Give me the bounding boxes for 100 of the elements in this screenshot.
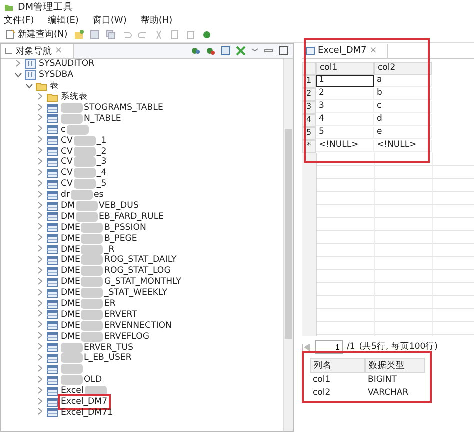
table-icon xyxy=(47,136,58,146)
menu-item[interactable]: 编辑(E) xyxy=(48,14,79,27)
tree-item[interactable]: DME xyxy=(61,299,80,310)
table-icon xyxy=(47,212,58,222)
table-icon xyxy=(47,256,58,265)
disconnect-icon[interactable] xyxy=(206,46,216,56)
tree-item[interactable]: DME xyxy=(61,277,80,288)
tree-item[interactable]: DME xyxy=(61,255,80,266)
tree-item[interactable]: STOGRAMS_TABLE xyxy=(84,103,164,113)
table-tab-icon xyxy=(306,47,315,55)
navigator-icon xyxy=(5,47,13,55)
tree-item[interactable]: CV xyxy=(61,136,73,146)
new-document-icon xyxy=(6,30,16,40)
tree-item[interactable]: 表 xyxy=(50,80,59,92)
tree-item[interactable]: DME xyxy=(61,244,80,255)
tree-item[interactable]: SYSAUDITOR xyxy=(39,59,95,70)
tree-item[interactable]: ROG_STAT_LOG xyxy=(104,266,171,276)
tree-item[interactable]: N_TABLE xyxy=(84,114,122,124)
page-total: /1 xyxy=(347,342,356,352)
table-cell: 3 xyxy=(316,101,374,113)
scrollbar[interactable] xyxy=(283,59,293,431)
tree-item[interactable]: B_PSSION xyxy=(104,222,146,233)
tree-item[interactable]: dr xyxy=(61,190,70,200)
collapse-icon[interactable] xyxy=(15,70,22,80)
tree-item[interactable]: _STAT_WEEKLY xyxy=(104,288,168,298)
tree-item[interactable]: DME xyxy=(61,320,80,331)
connect-icon[interactable] xyxy=(191,46,201,56)
table-icon xyxy=(47,202,58,211)
tree-item[interactable]: ERVENNECTION xyxy=(104,320,172,331)
table-icon xyxy=(47,223,58,232)
column-header[interactable]: col1 xyxy=(316,62,374,75)
tree-item[interactable]: _R xyxy=(104,244,115,255)
table-cell: c xyxy=(374,101,432,113)
table-cell: <!NULL> xyxy=(374,140,432,152)
expand-all-icon[interactable] xyxy=(236,46,246,56)
menu-item[interactable]: 窗口(W) xyxy=(92,14,127,27)
tree-item[interactable]: ERVERT xyxy=(104,310,138,320)
copy-icon[interactable] xyxy=(170,30,180,40)
table-icon xyxy=(47,321,58,330)
menu-item[interactable]: 文件(F) xyxy=(4,14,34,27)
tree-item[interactable]: _2 xyxy=(96,146,107,157)
tree-item[interactable]: 系统表 xyxy=(61,91,88,104)
tree-item[interactable]: B_PEGE xyxy=(104,234,138,244)
tree-item[interactable]: EB_FARD_RULE xyxy=(99,212,164,222)
tree-item[interactable]: DME xyxy=(61,222,80,233)
expand-icon[interactable] xyxy=(15,60,22,69)
tree-item[interactable]: DME xyxy=(61,288,80,298)
new-query-button[interactable]: 新建查询(N) xyxy=(6,28,68,41)
navigator-tab[interactable]: 对象导航 xyxy=(16,44,52,58)
tree-item[interactable]: _5 xyxy=(96,179,107,190)
column-header[interactable]: 数据类型 xyxy=(365,358,425,373)
editor-tab[interactable]: Excel_DM7 xyxy=(318,46,367,56)
cut-icon[interactable] xyxy=(154,30,164,40)
tree-item[interactable]: ERVER_TUS xyxy=(84,342,134,353)
table-cell-text: col1 xyxy=(312,374,332,386)
link-icon[interactable] xyxy=(221,46,231,56)
tree-item[interactable]: es xyxy=(94,190,104,200)
tree-item[interactable]: DME xyxy=(61,332,80,342)
column-header[interactable]: 列名 xyxy=(310,358,365,373)
tree-item[interactable]: VEB_DUS xyxy=(99,201,139,212)
table-cell-text: col2 xyxy=(312,386,332,399)
tree-item[interactable]: CV xyxy=(61,146,73,157)
folder-icon xyxy=(47,92,58,102)
menu-item[interactable]: 帮助(H) xyxy=(140,14,173,27)
tree-item[interactable]: DM xyxy=(61,201,76,212)
table-cell: 4 xyxy=(316,114,374,126)
tree-item[interactable]: ER xyxy=(104,299,116,310)
collapse-icon[interactable] xyxy=(26,82,33,91)
save-icon[interactable] xyxy=(90,30,100,40)
tree-item[interactable]: _1 xyxy=(96,136,107,146)
tree-item[interactable]: c xyxy=(61,124,66,135)
tree-item[interactable]: DME xyxy=(61,266,80,276)
table-cell: <!NULL> xyxy=(316,140,374,152)
tree-item[interactable]: Excel_DM7 xyxy=(61,397,108,408)
open-icon[interactable] xyxy=(74,30,84,40)
tree-item[interactable]: Excel_DM71 xyxy=(61,408,114,418)
first-page-icon[interactable] xyxy=(302,344,311,350)
tree-item[interactable]: ERVEFLOG xyxy=(104,332,150,342)
tree-item[interactable]: CV xyxy=(61,157,73,168)
tree-item[interactable]: DME xyxy=(61,234,80,244)
save-all-icon[interactable] xyxy=(106,30,116,40)
maximize-icon[interactable] xyxy=(279,46,289,56)
redo-icon[interactable] xyxy=(138,30,148,40)
tree-item[interactable]: Excel xyxy=(61,386,84,396)
tree-item[interactable]: OLD xyxy=(84,375,102,386)
table-icon xyxy=(47,158,58,167)
tree-item[interactable]: DME xyxy=(61,310,80,320)
column-header[interactable]: col2 xyxy=(374,62,432,75)
tree-item[interactable]: L_EB_USER xyxy=(84,353,132,364)
tree-item[interactable]: ROG_STAT_DAILY xyxy=(104,255,177,266)
tree-item[interactable]: _4 xyxy=(96,168,107,178)
paste-icon[interactable] xyxy=(186,30,196,40)
undo-icon[interactable] xyxy=(122,30,132,40)
tree-item[interactable]: CV xyxy=(61,168,73,178)
table-icon xyxy=(47,104,58,112)
tree-item[interactable]: SYSDBA xyxy=(39,70,74,80)
tree-item[interactable]: _3 xyxy=(96,157,107,168)
tree-item[interactable]: G_STAT_MONTHLY xyxy=(104,277,182,288)
tree-item[interactable]: DM xyxy=(61,212,76,222)
tree-item[interactable]: CV xyxy=(61,179,73,190)
